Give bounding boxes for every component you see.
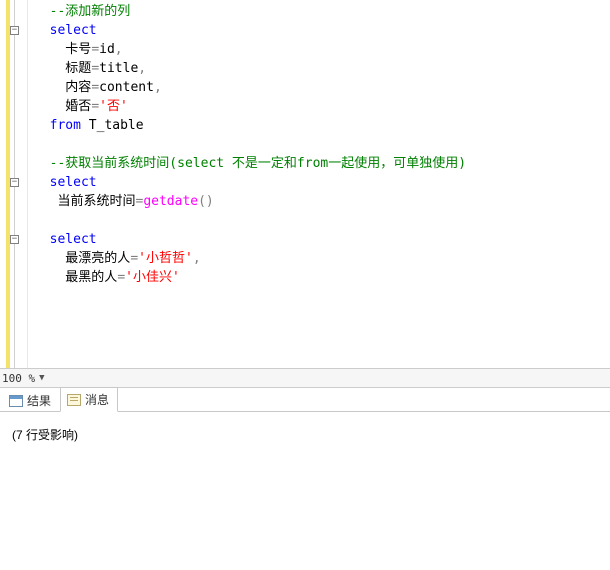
code-token: select (50, 232, 97, 247)
code-token: select (50, 23, 97, 38)
code-token: 标题 (34, 61, 91, 76)
code-token: 小佳兴 (133, 270, 172, 285)
tab-results[interactable]: 结果 (2, 388, 60, 412)
code-token: () (198, 194, 214, 209)
code-area[interactable]: --添加新的列 select 卡号=id, 标题=title, 内容=conte… (28, 0, 610, 368)
code-token: = (91, 80, 99, 95)
code-token: ' (185, 251, 193, 266)
code-token: = (91, 61, 99, 76)
code-token: title (99, 61, 138, 76)
code-token: = (91, 99, 99, 114)
code-line[interactable]: 卡号=id, (34, 40, 610, 59)
code-token: , (193, 251, 201, 266)
fold-toggle[interactable]: − (10, 235, 19, 244)
code-token (34, 232, 50, 247)
code-line[interactable]: select (34, 21, 610, 40)
code-token: ' (172, 270, 180, 285)
fold-toggle[interactable]: − (10, 178, 19, 187)
code-token: content (99, 80, 154, 95)
code-token (34, 4, 50, 19)
code-token: --获取当前系统时间(select 不是一定和from一起使用，可单独使用) (50, 156, 466, 171)
messages-panel[interactable]: (7 行受影响) (0, 412, 610, 570)
tab-label: 结果 (27, 392, 51, 409)
code-token: getdate (143, 194, 198, 209)
code-line[interactable] (34, 211, 610, 230)
results-tab-strip: 结果 消息 (0, 388, 610, 412)
code-line[interactable]: from T_table (34, 116, 610, 135)
code-token: select (50, 175, 97, 190)
code-token: , (154, 80, 162, 95)
code-line[interactable]: 内容=content, (34, 78, 610, 97)
code-line[interactable]: --添加新的列 (34, 2, 610, 21)
code-token: T_table (81, 118, 144, 133)
code-token (34, 137, 42, 152)
code-token: 卡号 (34, 42, 91, 57)
code-line[interactable]: select (34, 230, 610, 249)
code-token (34, 23, 50, 38)
code-token (34, 118, 50, 133)
code-token: from (50, 118, 81, 133)
code-token: --添加新的列 (50, 4, 131, 19)
messages-text: (7 行受影响) (12, 428, 78, 442)
zoom-value: 100 % (2, 372, 35, 385)
tab-messages[interactable]: 消息 (60, 387, 118, 412)
tab-label: 消息 (85, 391, 109, 408)
code-line[interactable]: 婚否='否' (34, 97, 610, 116)
code-token (34, 213, 42, 228)
code-token: , (138, 61, 146, 76)
sql-editor-pane: −−− --添加新的列 select 卡号=id, 标题=title, 内容=c… (0, 0, 610, 368)
code-token: = (117, 270, 125, 285)
code-token: 婚否 (34, 99, 91, 114)
code-token: ' (120, 99, 128, 114)
code-token: 最漂亮的人 (34, 251, 130, 266)
code-token (34, 175, 50, 190)
code-token: id (99, 42, 115, 57)
code-token: ' (125, 270, 133, 285)
code-line[interactable]: 标题=title, (34, 59, 610, 78)
code-token: 否 (107, 99, 120, 114)
code-token: 当前系统时间 (34, 194, 135, 209)
code-line[interactable]: 当前系统时间=getdate() (34, 192, 610, 211)
code-line[interactable] (34, 135, 610, 154)
code-token (34, 156, 50, 171)
editor-gutter: − − − (0, 0, 28, 368)
code-token: = (130, 251, 138, 266)
code-token: , (115, 42, 123, 57)
zoom-bar[interactable]: 100 % ▼ (0, 368, 610, 388)
grid-icon (9, 395, 23, 407)
code-token: 最黑的人 (34, 270, 117, 285)
code-line[interactable]: --获取当前系统时间(select 不是一定和from一起使用，可单独使用) (34, 154, 610, 173)
code-token: 内容 (34, 80, 91, 95)
code-token: ' (99, 99, 107, 114)
chevron-down-icon[interactable]: ▼ (39, 373, 44, 383)
code-token: = (91, 42, 99, 57)
code-line[interactable]: select (34, 173, 610, 192)
code-token: 小哲哲 (146, 251, 185, 266)
fold-toggle[interactable]: − (10, 26, 19, 35)
message-icon (67, 394, 81, 406)
code-line[interactable]: 最黑的人='小佳兴' (34, 268, 610, 287)
code-line[interactable]: 最漂亮的人='小哲哲', (34, 249, 610, 268)
code-token: ' (138, 251, 146, 266)
